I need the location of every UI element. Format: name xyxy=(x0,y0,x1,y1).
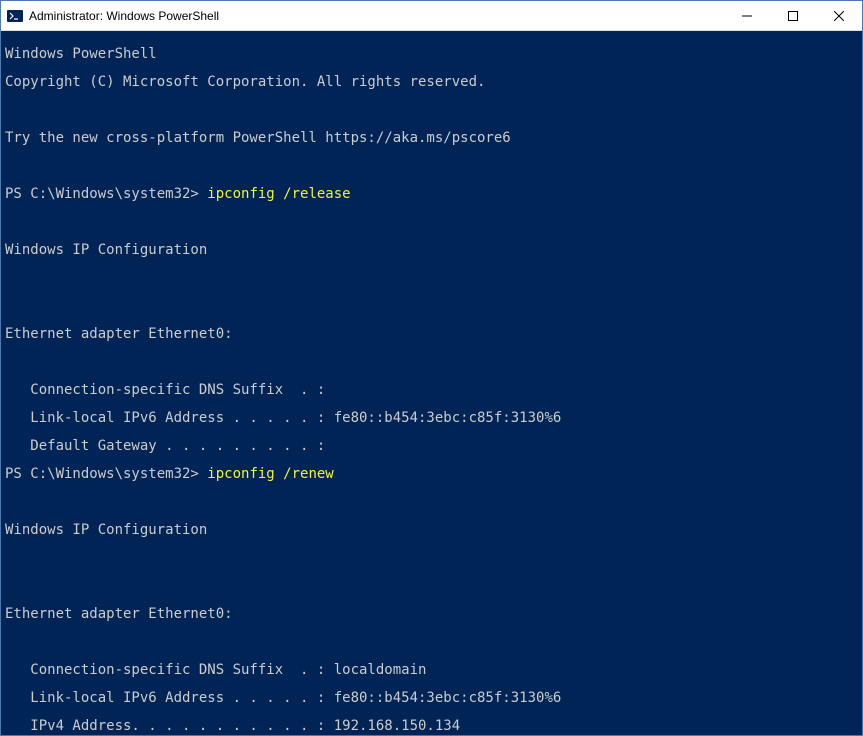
terminal-output: Windows IP Configuration xyxy=(5,243,858,257)
terminal-output xyxy=(5,579,858,593)
terminal-area[interactable]: Windows PowerShell Copyright (C) Microso… xyxy=(1,31,862,735)
command: ipconfig /renew xyxy=(207,466,333,482)
terminal-output: Windows IP Configuration xyxy=(5,523,858,537)
window-controls xyxy=(724,1,862,30)
terminal-output xyxy=(5,355,858,369)
minimize-button[interactable] xyxy=(724,1,770,30)
terminal-output: IPv4 Address. . . . . . . . . . . : 192.… xyxy=(5,719,858,733)
terminal-output xyxy=(5,635,858,649)
prompt-line: PS C:\Windows\system32> ipconfig /renew xyxy=(5,467,858,481)
prompt-line: PS C:\Windows\system32> ipconfig /releas… xyxy=(5,187,858,201)
prompt: PS C:\Windows\system32> xyxy=(5,466,207,482)
terminal-output xyxy=(5,215,858,229)
terminal-output xyxy=(5,299,858,313)
powershell-icon xyxy=(7,8,23,24)
terminal-output: Link-local IPv6 Address . . . . . : fe80… xyxy=(5,691,858,705)
terminal-output: Connection-specific DNS Suffix . : local… xyxy=(5,663,858,677)
terminal-output: Try the new cross-platform PowerShell ht… xyxy=(5,131,858,145)
window-title: Administrator: Windows PowerShell xyxy=(29,9,724,23)
terminal-output: Connection-specific DNS Suffix . : xyxy=(5,383,858,397)
terminal-output: Link-local IPv6 Address . . . . . : fe80… xyxy=(5,411,858,425)
terminal-output xyxy=(5,495,858,509)
command: ipconfig /release xyxy=(207,186,350,202)
terminal-output: Windows PowerShell xyxy=(5,47,858,61)
prompt: PS C:\Windows\system32> xyxy=(5,186,207,202)
terminal-output: Ethernet adapter Ethernet0: xyxy=(5,327,858,341)
terminal-output: Copyright (C) Microsoft Corporation. All… xyxy=(5,75,858,89)
terminal-output xyxy=(5,551,858,565)
close-button[interactable] xyxy=(816,1,862,30)
powershell-window: Administrator: Windows PowerShell Window… xyxy=(0,0,863,736)
terminal-output: Ethernet adapter Ethernet0: xyxy=(5,607,858,621)
terminal-output: Default Gateway . . . . . . . . . : xyxy=(5,439,858,453)
maximize-button[interactable] xyxy=(770,1,816,30)
titlebar[interactable]: Administrator: Windows PowerShell xyxy=(1,1,862,31)
terminal-output xyxy=(5,271,858,285)
terminal-output xyxy=(5,159,858,173)
terminal-output xyxy=(5,103,858,117)
